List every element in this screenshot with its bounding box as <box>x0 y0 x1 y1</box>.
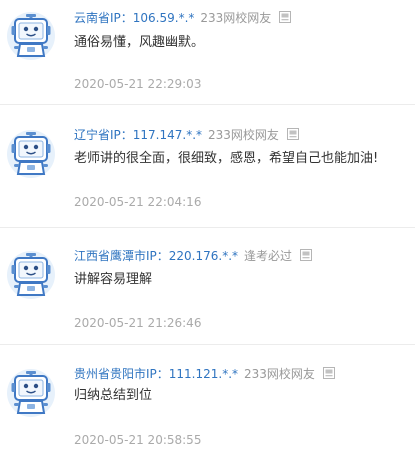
comment-divider <box>0 344 415 345</box>
comment-content: 通俗易懂，风趣幽默。 <box>74 35 205 50</box>
report-icon[interactable] <box>300 249 312 261</box>
comment-location: 江西省鹰潭市IP：220.176.*.* <box>74 249 239 263</box>
comment-content: 老师讲的很全面，很细致，感恩，希望自己也能加油! <box>74 151 379 166</box>
comment-item: 云南省IP：106.59.*.* 233网校网友 通俗易懂，风趣幽默。 2020-… <box>0 0 415 104</box>
comment-divider <box>0 227 415 228</box>
comment-content: 归纳总结到位 <box>74 388 153 403</box>
comment-divider <box>0 104 415 105</box>
comment-header: 贵州省贵阳市IP：111.121.*.* 233网校网友 <box>74 365 335 383</box>
comment-nickname: 233网校网友 <box>244 367 315 381</box>
comment-time: 2020-05-21 22:29:03 <box>74 77 202 91</box>
comment-time: 2020-05-21 22:04:16 <box>74 195 202 209</box>
comment-time: 2020-05-21 20:58:55 <box>74 433 202 447</box>
report-icon[interactable] <box>323 367 335 379</box>
comment-location: 辽宁省IP：117.147.*.* <box>74 128 203 142</box>
comment-nickname: 233网校网友 <box>208 128 279 142</box>
robot-avatar-icon <box>6 368 56 418</box>
comment-item: 江西省鹰潭市IP：220.176.*.* 逢考必过 讲解容易理解 2020-05-… <box>0 238 415 344</box>
comment-nickname: 逢考必过 <box>244 249 293 263</box>
comment-nickname: 233网校网友 <box>200 11 272 25</box>
comment-location: 云南省IP：106.59.*.* <box>74 11 195 25</box>
comment-header: 云南省IP：106.59.*.* 233网校网友 <box>74 9 291 27</box>
comment-header: 辽宁省IP：117.147.*.* 233网校网友 <box>74 126 299 144</box>
robot-avatar-icon <box>6 11 56 61</box>
comment-content: 讲解容易理解 <box>74 272 153 287</box>
robot-avatar-icon <box>6 129 56 179</box>
comment-item: 辽宁省IP：117.147.*.* 233网校网友 老师讲的很全面，很细致，感恩，… <box>0 117 415 227</box>
report-icon[interactable] <box>287 128 299 140</box>
report-icon[interactable] <box>279 11 291 23</box>
comment-item: 贵州省贵阳市IP：111.121.*.* 233网校网友 归纳总结到位 2020-… <box>0 356 415 457</box>
comment-header: 江西省鹰潭市IP：220.176.*.* 逢考必过 <box>74 247 312 265</box>
robot-avatar-icon <box>6 250 56 300</box>
comment-location: 贵州省贵阳市IP：111.121.*.* <box>74 367 239 381</box>
comment-time: 2020-05-21 21:26:46 <box>74 316 202 330</box>
